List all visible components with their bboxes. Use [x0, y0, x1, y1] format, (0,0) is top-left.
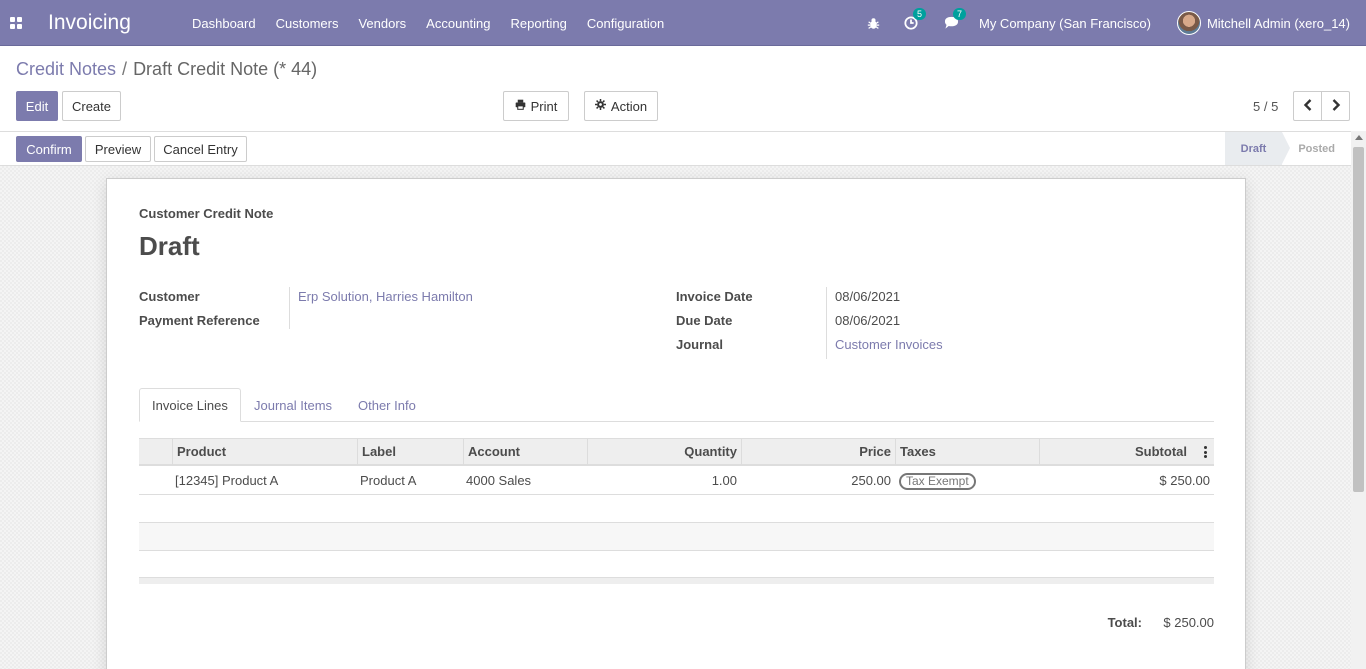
company-switcher[interactable]: My Company (San Francisco)	[979, 16, 1151, 31]
messages-chat-icon[interactable]: 7	[944, 8, 966, 30]
messages-badge: 7	[952, 8, 966, 20]
form-sheet: Customer Credit Note Draft Customer Erp …	[106, 178, 1246, 669]
action-button[interactable]: Action	[584, 91, 658, 121]
breadcrumb-separator: /	[122, 59, 128, 79]
confirm-button[interactable]: Confirm	[16, 136, 82, 162]
table-footer	[139, 577, 1214, 584]
column-label[interactable]: Label	[357, 439, 463, 465]
scrollbar-thumb[interactable]	[1353, 147, 1364, 492]
invoice-lines-header: Product Label Account Quantity Price Tax…	[139, 438, 1214, 466]
top-navbar: Invoicing Dashboard Customers Vendors Ac…	[0, 0, 1366, 46]
pager-next-button[interactable]	[1321, 91, 1350, 121]
statusbar: Confirm Preview Cancel Entry Draft Poste…	[0, 131, 1351, 166]
activity-clock-icon[interactable]: 5	[904, 8, 926, 30]
journal-label: Journal	[676, 337, 723, 352]
document-title: Draft	[139, 231, 200, 261]
optional-columns-kebab-icon[interactable]	[1204, 446, 1207, 460]
scroll-up-icon[interactable]	[1355, 135, 1363, 140]
invoice-date-label: Invoice Date	[676, 289, 753, 304]
cell-account[interactable]: 4000 Sales	[466, 467, 531, 494]
preview-button[interactable]: Preview	[85, 136, 151, 162]
due-date-field[interactable]: 08/06/2021	[835, 313, 900, 328]
breadcrumb: Credit Notes / Draft Credit Note (* 44)	[16, 59, 317, 80]
column-quantity[interactable]: Quantity	[587, 439, 741, 465]
menu-reporting[interactable]: Reporting	[501, 16, 577, 31]
menu-accounting[interactable]: Accounting	[416, 16, 500, 31]
cell-label[interactable]: Product A	[360, 467, 416, 494]
due-date-label: Due Date	[676, 313, 733, 328]
debug-bug-icon[interactable]	[867, 17, 880, 30]
user-name: Mitchell Admin (xero_14)	[1206, 15, 1350, 31]
status-stages: Draft Posted	[1224, 132, 1351, 165]
column-taxes[interactable]: Taxes	[895, 439, 1039, 465]
cell-taxes[interactable]: Tax Exempt	[899, 467, 976, 494]
menu-vendors[interactable]: Vendors	[348, 16, 416, 31]
pager-value[interactable]: 5 / 5	[1253, 99, 1278, 114]
menu-configuration[interactable]: Configuration	[577, 16, 674, 31]
activity-badge: 5	[912, 8, 926, 20]
total-label: Total:	[1107, 615, 1142, 630]
tax-tag: Tax Exempt	[899, 473, 976, 490]
tab-invoice-lines[interactable]: Invoice Lines	[139, 388, 241, 422]
stage-draft: Draft	[1224, 132, 1290, 165]
cell-subtotal[interactable]: $ 250.00	[1039, 467, 1210, 494]
payment-reference-label: Payment Reference	[139, 313, 260, 328]
invoice-date-field[interactable]: 08/06/2021	[835, 289, 900, 304]
chevron-left-icon	[1303, 98, 1313, 114]
pager-previous-button[interactable]	[1293, 91, 1322, 121]
cancel-entry-button[interactable]: Cancel Entry	[154, 136, 247, 162]
gear-icon	[594, 99, 606, 113]
column-account[interactable]: Account	[463, 439, 587, 465]
menu-customers[interactable]: Customers	[266, 16, 349, 31]
total-amount: $ 250.00	[1163, 615, 1214, 630]
field-separator	[289, 287, 290, 329]
column-price[interactable]: Price	[741, 439, 895, 465]
cell-price[interactable]: 250.00	[741, 467, 891, 494]
tab-other-info[interactable]: Other Info	[346, 388, 428, 422]
scrollbar[interactable]	[1351, 131, 1366, 669]
empty-row[interactable]	[139, 523, 1214, 551]
apps-menu-icon[interactable]	[10, 0, 24, 46]
stage-posted: Posted	[1298, 142, 1335, 155]
app-brand[interactable]: Invoicing	[48, 0, 131, 46]
chevron-right-icon	[1331, 98, 1341, 114]
cell-quantity[interactable]: 1.00	[587, 467, 737, 494]
cell-product[interactable]: [12345] Product A	[175, 467, 278, 494]
customer-label: Customer	[139, 289, 200, 304]
main-menu: Dashboard Customers Vendors Accounting R…	[182, 0, 674, 46]
breadcrumb-credit-notes[interactable]: Credit Notes	[16, 59, 116, 79]
journal-field[interactable]: Customer Invoices	[835, 337, 943, 352]
column-product[interactable]: Product	[172, 439, 357, 465]
breadcrumb-current: Draft Credit Note (* 44)	[133, 59, 318, 79]
column-subtotal[interactable]: Subtotal	[1039, 439, 1214, 465]
payment-reference-field[interactable]	[298, 313, 598, 329]
print-label: Print	[530, 98, 558, 114]
table-row[interactable]: [12345] Product A Product A 4000 Sales 1…	[139, 467, 1214, 495]
document-type: Customer Credit Note	[139, 206, 274, 221]
avatar	[1176, 11, 1201, 35]
print-button[interactable]: Print	[503, 91, 569, 121]
field-separator	[826, 287, 827, 359]
empty-row[interactable]	[139, 495, 1214, 523]
print-icon	[515, 99, 526, 113]
edit-button[interactable]: Edit	[16, 91, 58, 121]
user-menu[interactable]: Mitchell Admin (xero_14)	[1176, 11, 1350, 35]
tab-journal-items[interactable]: Journal Items	[242, 388, 344, 422]
create-button[interactable]: Create	[62, 91, 121, 121]
systray: 5 7 My Company (San Francisco) Mitchell …	[867, 0, 1366, 46]
customer-field[interactable]: Erp Solution, Harries Hamilton	[298, 289, 473, 304]
action-label: Action	[610, 98, 648, 114]
empty-row[interactable]	[139, 550, 1214, 578]
menu-dashboard[interactable]: Dashboard	[182, 16, 266, 31]
